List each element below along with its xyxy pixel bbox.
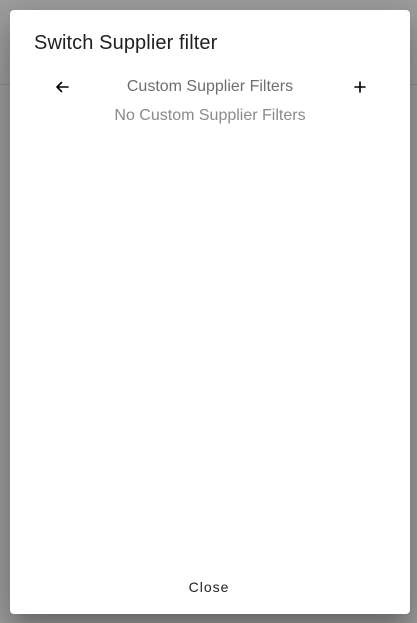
empty-state-message: No Custom Supplier Filters: [114, 107, 306, 124]
close-button[interactable]: Close: [169, 572, 249, 602]
switch-supplier-filter-dialog: Switch Supplier filter Custom Supplier F…: [10, 10, 410, 614]
add-filter-button[interactable]: [347, 74, 373, 100]
filter-list-title: Custom Supplier Filters: [126, 78, 294, 95]
filter-nav-row: Custom Supplier Filters: [46, 74, 374, 100]
plus-icon: [354, 81, 366, 93]
dialog-title: Switch Supplier filter: [34, 32, 218, 54]
